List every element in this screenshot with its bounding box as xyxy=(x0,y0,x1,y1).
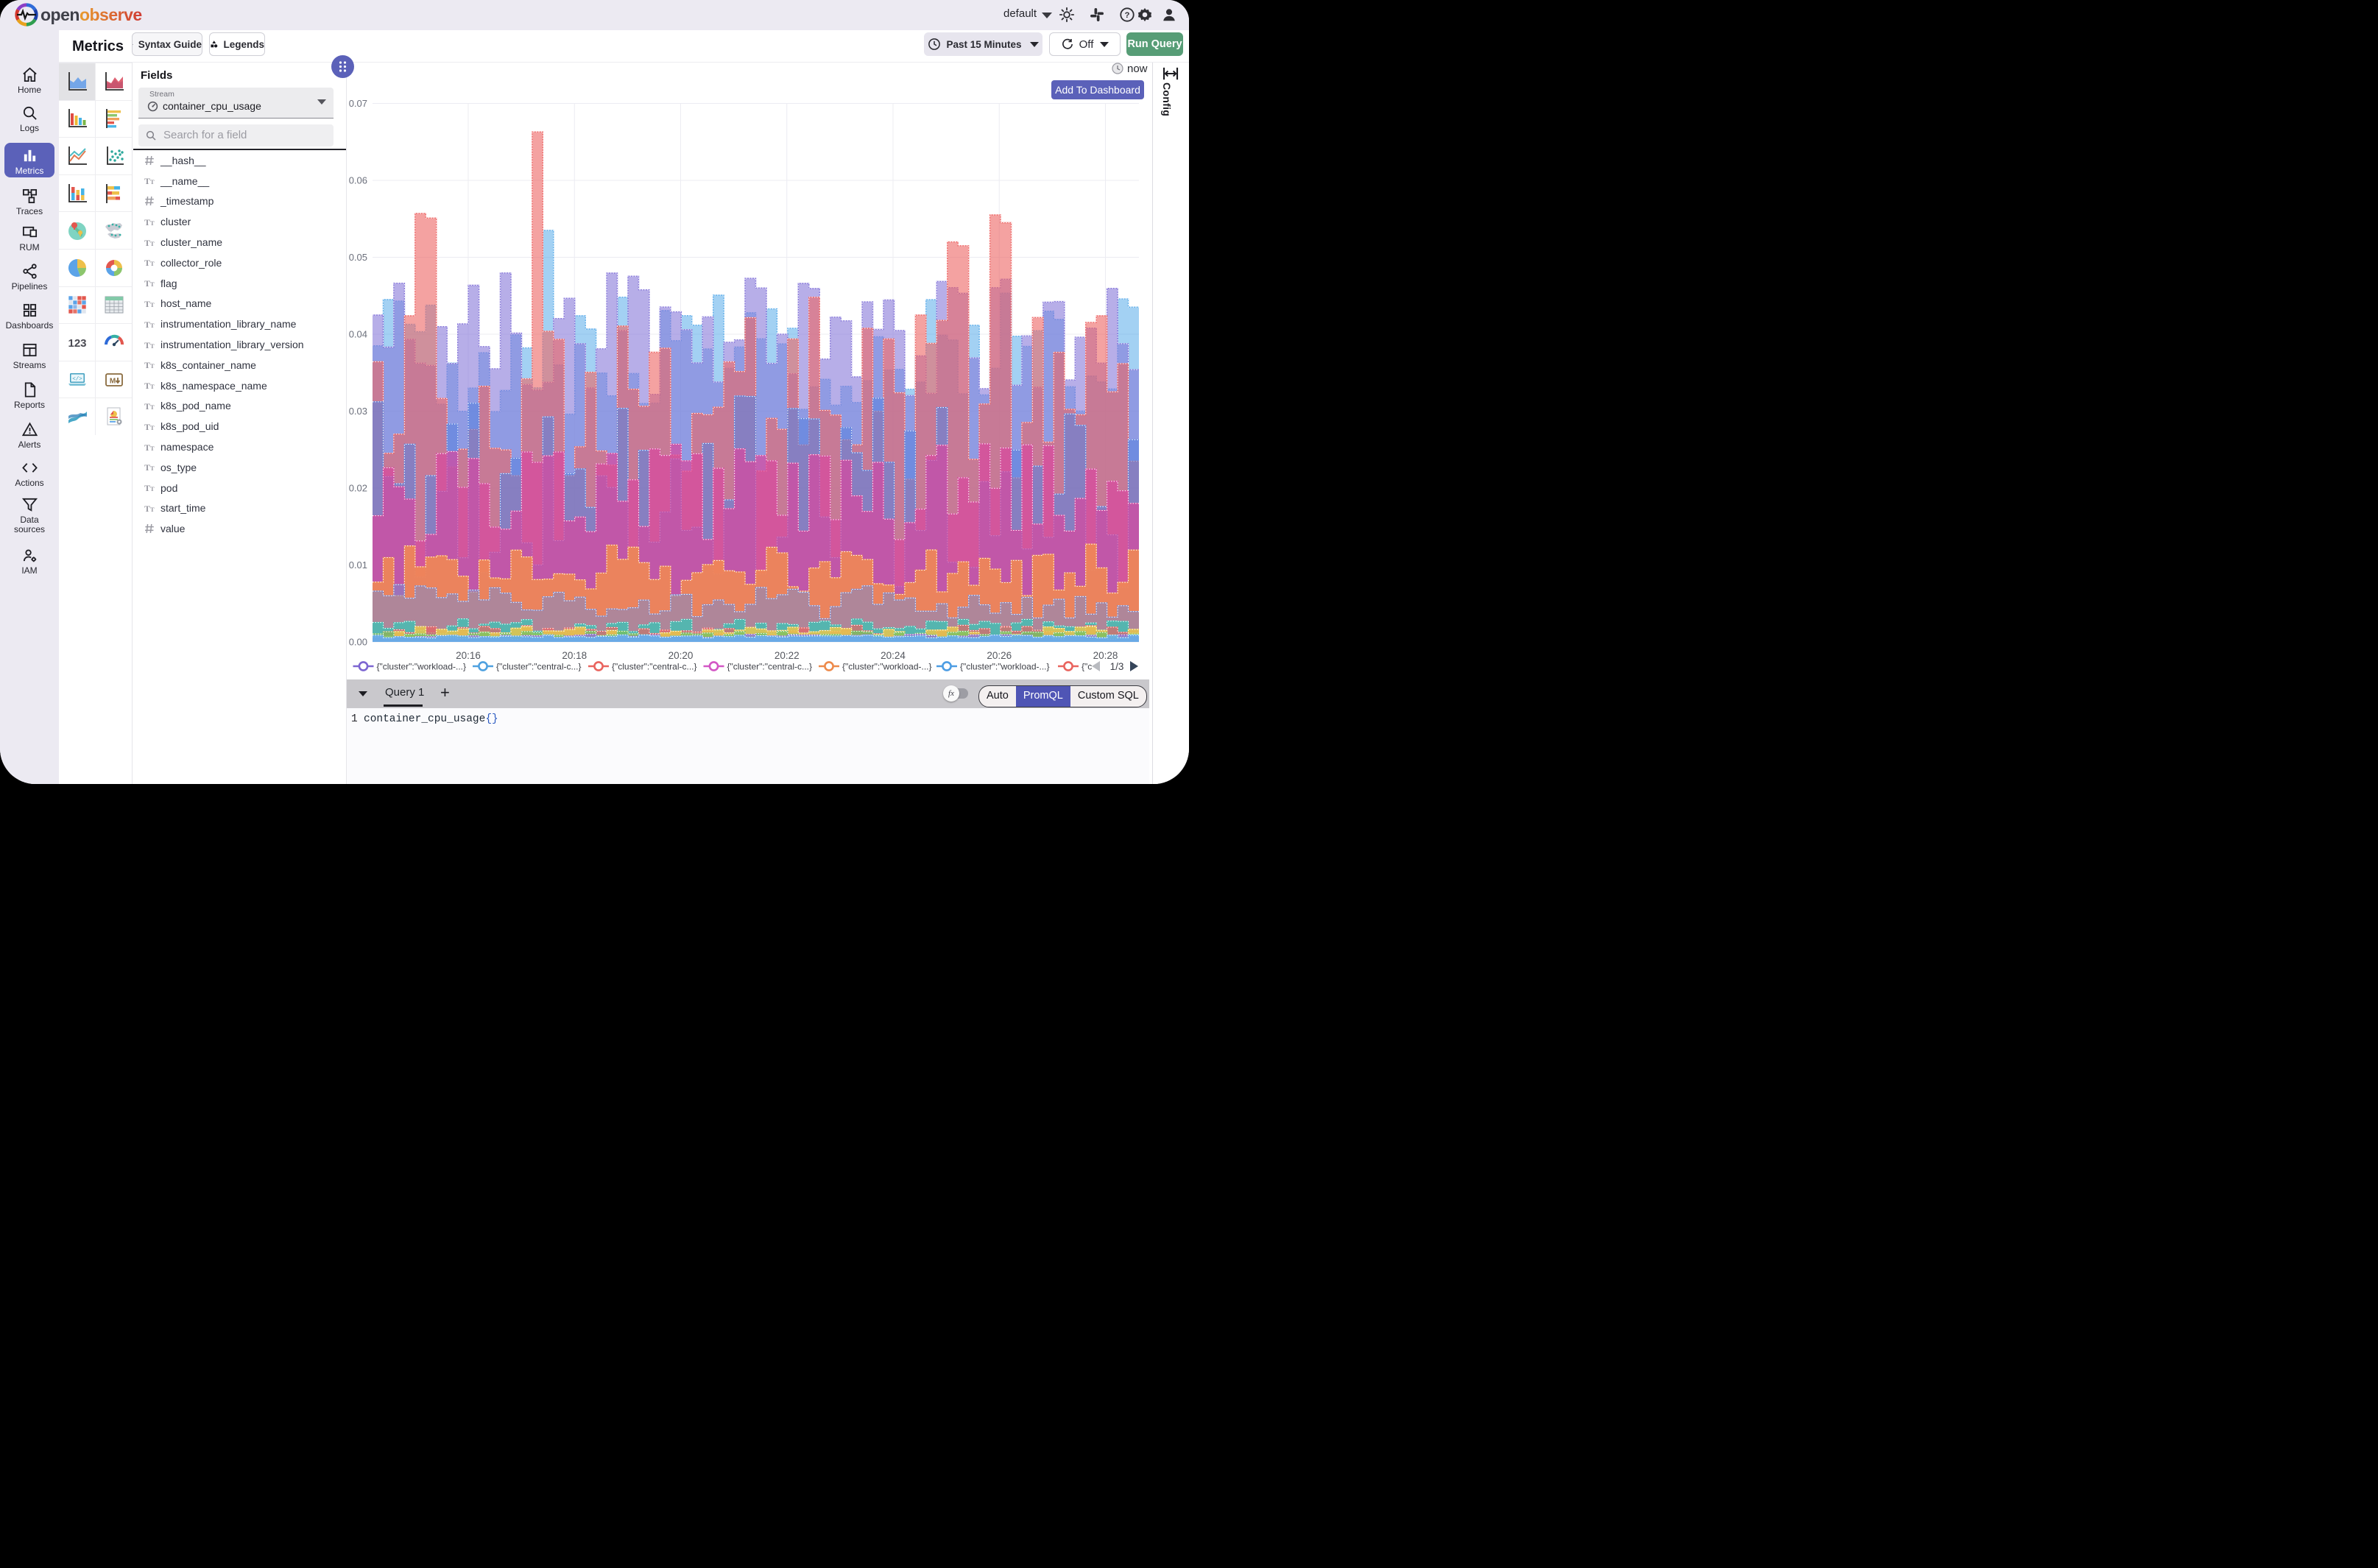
svg-text:0.07: 0.07 xyxy=(349,98,367,109)
svg-text:T: T xyxy=(144,462,150,472)
svg-text:{"cluster":"central-c...}: {"cluster":"central-c...} xyxy=(727,662,813,672)
svg-text:{"cluster":"workload-...}: {"cluster":"workload-...} xyxy=(842,662,932,672)
svg-text:M: M xyxy=(109,377,115,385)
svg-text:20:22: 20:22 xyxy=(775,650,800,661)
svg-text:T: T xyxy=(150,465,155,472)
svg-text:0.06: 0.06 xyxy=(349,175,367,186)
svg-text:0.00: 0.00 xyxy=(349,637,367,648)
svg-text:T: T xyxy=(144,238,150,247)
svg-text:T: T xyxy=(144,401,150,411)
svg-text:T: T xyxy=(144,442,150,452)
svg-text:T: T xyxy=(150,178,155,186)
svg-text:0.05: 0.05 xyxy=(349,252,367,263)
svg-text:T: T xyxy=(144,360,150,370)
svg-text:T: T xyxy=(144,340,150,350)
svg-text:T: T xyxy=(150,260,155,267)
svg-text:T: T xyxy=(144,217,150,227)
svg-text:T: T xyxy=(150,362,155,370)
svg-text:T: T xyxy=(150,280,155,288)
svg-text:T: T xyxy=(144,319,150,329)
svg-text:T: T xyxy=(144,381,150,390)
svg-text:</>: </> xyxy=(72,376,82,382)
svg-text:{"c: {"c xyxy=(1082,662,1092,672)
svg-text:T: T xyxy=(150,240,155,247)
svg-text:0.01: 0.01 xyxy=(349,559,367,571)
svg-text:0.03: 0.03 xyxy=(349,406,367,417)
svg-text:T: T xyxy=(150,506,155,513)
svg-text:T: T xyxy=(144,176,150,186)
svg-text:1/3: 1/3 xyxy=(1110,661,1124,672)
svg-text:T: T xyxy=(150,301,155,308)
svg-text:now: now xyxy=(1127,63,1148,75)
svg-text:T: T xyxy=(144,278,150,288)
svg-text:123: 123 xyxy=(68,337,86,350)
svg-text:20:24: 20:24 xyxy=(881,650,906,661)
svg-text:T: T xyxy=(144,258,150,267)
svg-text:20:28: 20:28 xyxy=(1093,650,1118,661)
svg-text:T: T xyxy=(150,424,155,431)
svg-text:{"cluster":"central-c...}: {"cluster":"central-c...} xyxy=(612,662,697,672)
svg-text:{"cluster":"workload-...}: {"cluster":"workload-...} xyxy=(960,662,1050,672)
svg-text:T: T xyxy=(144,483,150,492)
svg-text:T: T xyxy=(144,422,150,431)
svg-text:{"cluster":"central-c...}: {"cluster":"central-c...} xyxy=(496,662,582,672)
svg-text:T: T xyxy=(150,383,155,390)
svg-text:T: T xyxy=(150,219,155,227)
svg-text:T: T xyxy=(144,504,150,513)
svg-text:T: T xyxy=(150,342,155,350)
svg-text:0.04: 0.04 xyxy=(349,329,367,340)
svg-text:T: T xyxy=(150,322,155,329)
svg-text:20:26: 20:26 xyxy=(987,650,1012,661)
svg-text:{"cluster":"workload-...}: {"cluster":"workload-...} xyxy=(377,662,467,672)
svg-text:T: T xyxy=(150,485,155,492)
svg-text:20:20: 20:20 xyxy=(668,650,694,661)
svg-text:T: T xyxy=(150,403,155,411)
svg-text:20:18: 20:18 xyxy=(562,650,587,661)
svg-text:T: T xyxy=(150,445,155,452)
svg-text:20:16: 20:16 xyxy=(456,650,481,661)
svg-text:T: T xyxy=(144,299,150,308)
svg-text:?: ? xyxy=(1125,11,1130,20)
svg-text:0.02: 0.02 xyxy=(349,483,367,494)
